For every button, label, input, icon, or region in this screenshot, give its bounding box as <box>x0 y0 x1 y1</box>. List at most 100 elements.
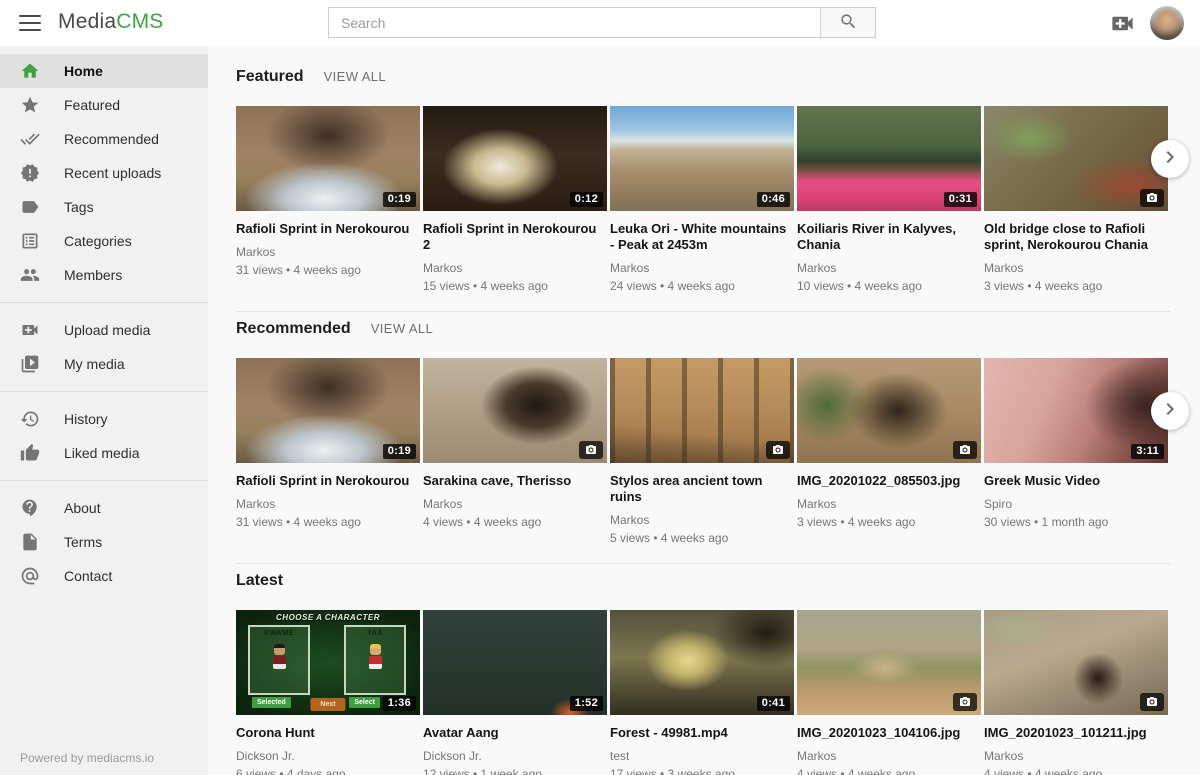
sidebar-item-label: Terms <box>64 534 102 550</box>
media-title[interactable]: Avatar Aang <box>423 725 607 741</box>
duration-badge: 0:41 <box>757 696 790 711</box>
media-author[interactable]: Spiro <box>984 497 1168 511</box>
media-title[interactable]: Koiliaris River in Kalyves, Chania <box>797 221 981 253</box>
media-author[interactable]: Dickson Jr. <box>236 749 420 763</box>
media-author[interactable]: Markos <box>423 261 607 275</box>
section-featured: FeaturedVIEW ALL0:19Rafioli Sprint in Ne… <box>236 60 1170 312</box>
video-thumbnail[interactable]: 0:46 <box>610 106 794 211</box>
video-thumbnail[interactable] <box>797 610 981 715</box>
sidebar-item-about[interactable]: About <box>0 491 208 525</box>
video-thumbnail[interactable]: 0:12 <box>423 106 607 211</box>
media-title[interactable]: Stylos area ancient town ruins <box>610 473 794 505</box>
new-releases-icon <box>20 163 40 183</box>
selected-button: Selected <box>252 697 291 708</box>
divider <box>0 302 208 303</box>
video-thumbnail[interactable] <box>984 610 1168 715</box>
media-author[interactable]: test <box>610 749 794 763</box>
media-author[interactable]: Markos <box>236 245 420 259</box>
media-title[interactable]: IMG_20201023_101211.jpg <box>984 725 1168 741</box>
media-meta: 15 views • 4 weeks ago <box>423 279 607 293</box>
video-thumbnail[interactable]: CHOOSE A CHARACTERKWAMEYAASelectedSelect… <box>236 610 420 715</box>
chevron-right-icon <box>1158 145 1182 174</box>
camera-icon <box>953 441 977 459</box>
sidebar-item-contact[interactable]: Contact <box>0 559 208 593</box>
media-card: 0:31 Koiliaris River in Kalyves, Chania Ma… <box>797 106 981 293</box>
next-arrow-button[interactable] <box>1151 140 1189 178</box>
app-logo[interactable]: MediaCMS <box>58 10 163 34</box>
video-thumbnail[interactable]: 0:19 <box>236 106 420 211</box>
sidebar-item-recent-uploads[interactable]: Recent uploads <box>0 156 208 190</box>
menu-icon[interactable] <box>19 14 41 32</box>
media-title[interactable]: Leuka Ori - White mountains - Peak at 24… <box>610 221 794 253</box>
media-title[interactable]: Greek Music Video <box>984 473 1168 489</box>
sidebar-item-terms[interactable]: Terms <box>0 525 208 559</box>
media-title[interactable]: IMG_20201023_104106.jpg <box>797 725 981 741</box>
search-input[interactable] <box>329 8 820 37</box>
duration-badge: 0:12 <box>570 192 603 207</box>
section-latest: LatestCHOOSE A CHARACTERKWAMEYAASelected… <box>236 564 1170 775</box>
sidebar-item-my-media[interactable]: My media <box>0 347 208 381</box>
media-meta: 31 views • 4 weeks ago <box>236 515 420 529</box>
media-author[interactable]: Markos <box>236 497 420 511</box>
media-title[interactable]: IMG_20201022_085503.jpg <box>797 473 981 489</box>
media-title[interactable]: Rafioli Sprint in Nerokourou <box>236 221 420 237</box>
media-author[interactable]: Markos <box>423 497 607 511</box>
camera-icon <box>1140 693 1164 711</box>
camera-icon <box>1140 189 1164 207</box>
media-card: 0:41Forest - 49981.mp4test17 views • 3 w… <box>610 610 794 775</box>
video-thumbnail[interactable]: 0:41 <box>610 610 794 715</box>
media-author[interactable]: Markos <box>610 513 794 527</box>
media-title[interactable]: Rafioli Sprint in Nerokourou 2 <box>423 221 607 253</box>
video-thumbnail[interactable]: 3:11 <box>984 358 1168 463</box>
media-author[interactable]: Markos <box>610 261 794 275</box>
user-avatar[interactable] <box>1150 6 1184 40</box>
sidebar-item-upload-media[interactable]: Upload media <box>0 313 208 347</box>
media-author[interactable]: Markos <box>797 261 981 275</box>
media-title[interactable]: Sarakina cave, Therisso <box>423 473 607 489</box>
media-author[interactable]: Markos <box>984 261 1168 275</box>
view-all-link[interactable]: VIEW ALL <box>371 321 433 336</box>
search-form <box>328 7 876 38</box>
video-thumbnail[interactable]: 1:52 <box>423 610 607 715</box>
character-sprite <box>370 644 381 655</box>
media-author[interactable]: Markos <box>984 749 1168 763</box>
media-title[interactable]: Rafioli Sprint in Nerokourou <box>236 473 420 489</box>
main-content: FeaturedVIEW ALL0:19Rafioli Sprint in Ne… <box>208 46 1200 775</box>
sidebar-item-liked-media[interactable]: Liked media <box>0 436 208 470</box>
sidebar-item-categories[interactable]: Categories <box>0 224 208 258</box>
media-title[interactable]: Corona Hunt <box>236 725 420 741</box>
duration-badge: 0:46 <box>757 192 790 207</box>
upload-media-icon[interactable] <box>1109 10 1136 37</box>
cards-row: 0:19Rafioli Sprint in NerokourouMarkos31… <box>236 358 1170 545</box>
view-all-link[interactable]: VIEW ALL <box>324 69 386 84</box>
media-title[interactable]: Forest - 49981.mp4 <box>610 725 794 741</box>
sidebar-nav: HomeFeaturedRecommended Recent uploads Tag… <box>0 54 208 593</box>
sidebar-item-members[interactable]: Members <box>0 258 208 292</box>
sidebar-item-home[interactable]: Home <box>0 54 208 88</box>
sidebar-item-recommended[interactable]: Recommended <box>0 122 208 156</box>
file-icon <box>20 532 40 552</box>
media-title[interactable]: Old bridge close to Rafioli sprint, Nero… <box>984 221 1168 253</box>
video-thumbnail[interactable]: 0:19 <box>236 358 420 463</box>
media-card: CHOOSE A CHARACTERKWAMEYAASelectedSelect… <box>236 610 420 775</box>
character-sprite <box>274 644 285 655</box>
video-thumbnail[interactable] <box>984 106 1168 211</box>
help-icon <box>20 498 40 518</box>
media-author[interactable]: Markos <box>797 749 981 763</box>
video-thumbnail[interactable]: 0:31 <box>797 106 981 211</box>
sidebar-item-featured[interactable]: Featured <box>0 88 208 122</box>
sidebar-item-tags[interactable]: Tags <box>0 190 208 224</box>
powered-by-text[interactable]: Powered by mediacms.io <box>20 751 154 765</box>
search-button[interactable] <box>820 8 875 37</box>
next-arrow-button[interactable] <box>1151 392 1189 430</box>
video-thumbnail[interactable] <box>423 358 607 463</box>
video-thumbnail[interactable] <box>797 358 981 463</box>
media-author[interactable]: Markos <box>797 497 981 511</box>
media-author[interactable]: Dickson Jr. <box>423 749 607 763</box>
sidebar-item-history[interactable]: History <box>0 402 208 436</box>
cards-row: CHOOSE A CHARACTERKWAMEYAASelectedSelect… <box>236 610 1170 775</box>
history-icon <box>20 409 40 429</box>
media-card: Sarakina cave, TherissoMarkos4 views • 4… <box>423 358 607 545</box>
video-thumbnail[interactable] <box>610 358 794 463</box>
sidebar-item-label: Recent uploads <box>64 165 161 181</box>
